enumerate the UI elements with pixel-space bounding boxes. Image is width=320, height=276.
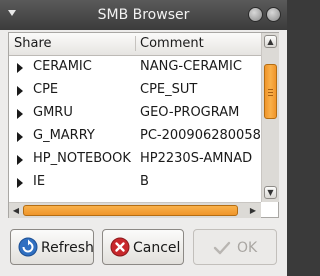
ok-button[interactable]: OK: [193, 229, 277, 265]
share-name: CPE: [33, 82, 59, 97]
expander-arrow-icon[interactable]: [17, 132, 23, 142]
expander-arrow-icon[interactable]: [17, 63, 23, 73]
title-bar[interactable]: SMB Browser: [0, 0, 287, 30]
refresh-button[interactable]: Refresh: [10, 229, 94, 265]
horizontal-scroll-thumb[interactable]: [23, 205, 238, 216]
list-header: Share Comment: [9, 33, 261, 56]
scroll-down-icon[interactable]: ▼: [264, 186, 277, 199]
scroll-right-icon[interactable]: ▶: [247, 204, 259, 217]
expander-arrow-icon[interactable]: [17, 109, 23, 119]
window-title: SMB Browser: [97, 7, 190, 23]
share-name: CERAMIC: [33, 59, 92, 74]
expander-arrow-icon[interactable]: [17, 178, 23, 188]
share-comment: B: [140, 174, 149, 189]
share-name: HP_NOTEBOOK: [33, 151, 131, 166]
list-item[interactable]: GMRU GEO-PROGRAM: [9, 102, 261, 125]
share-comment: CPE_SUT: [140, 82, 198, 97]
vertical-scrollbar[interactable]: ▲ ▼: [261, 33, 279, 202]
list-item[interactable]: IE B: [9, 171, 261, 194]
share-comment: GEO-PROGRAM: [140, 105, 240, 120]
expander-arrow-icon[interactable]: [17, 155, 23, 165]
ok-label: OK: [237, 240, 258, 256]
refresh-label: Refresh: [41, 240, 94, 256]
grip-line: [268, 92, 273, 93]
smb-browser-window: SMB Browser Share Comment CERAMIC NANG-C…: [0, 0, 287, 276]
grip-line: [268, 89, 273, 90]
share-list[interactable]: Share Comment CERAMIC NANG-CERAMIC CPE C…: [8, 32, 279, 218]
grip-line: [268, 95, 273, 96]
column-header-comment[interactable]: Comment: [140, 36, 204, 51]
check-icon: [213, 241, 231, 255]
list-item[interactable]: CERAMIC NANG-CERAMIC: [9, 56, 261, 79]
share-name: GMRU: [33, 105, 73, 120]
minimize-button[interactable]: [248, 7, 263, 22]
list-item[interactable]: G_MARRY PC-200906280058: [9, 125, 261, 148]
cancel-icon: [110, 237, 130, 257]
horizontal-scrollbar[interactable]: ◀ ▶: [9, 202, 261, 218]
list-item[interactable]: CPE CPE_SUT: [9, 79, 261, 102]
scroll-up-icon[interactable]: ▲: [264, 35, 277, 48]
column-header-share[interactable]: Share: [14, 36, 52, 51]
share-name: IE: [33, 174, 46, 189]
share-comment: HP2230S-AMNAD: [140, 151, 253, 166]
refresh-icon: [18, 237, 38, 257]
cancel-label: Cancel: [133, 240, 181, 256]
share-comment: NANG-CERAMIC: [140, 59, 242, 74]
share-name: G_MARRY: [33, 128, 95, 143]
cancel-button[interactable]: Cancel: [102, 229, 184, 265]
scroll-left-icon[interactable]: ◀: [10, 204, 22, 217]
expander-arrow-icon[interactable]: [17, 86, 23, 96]
vertical-scroll-thumb[interactable]: [264, 64, 277, 119]
column-separator: [135, 36, 136, 51]
close-button[interactable]: [266, 7, 281, 22]
list-item[interactable]: HP_NOTEBOOK HP2230S-AMNAD: [9, 148, 261, 171]
share-comment: PC-200906280058: [140, 128, 261, 143]
